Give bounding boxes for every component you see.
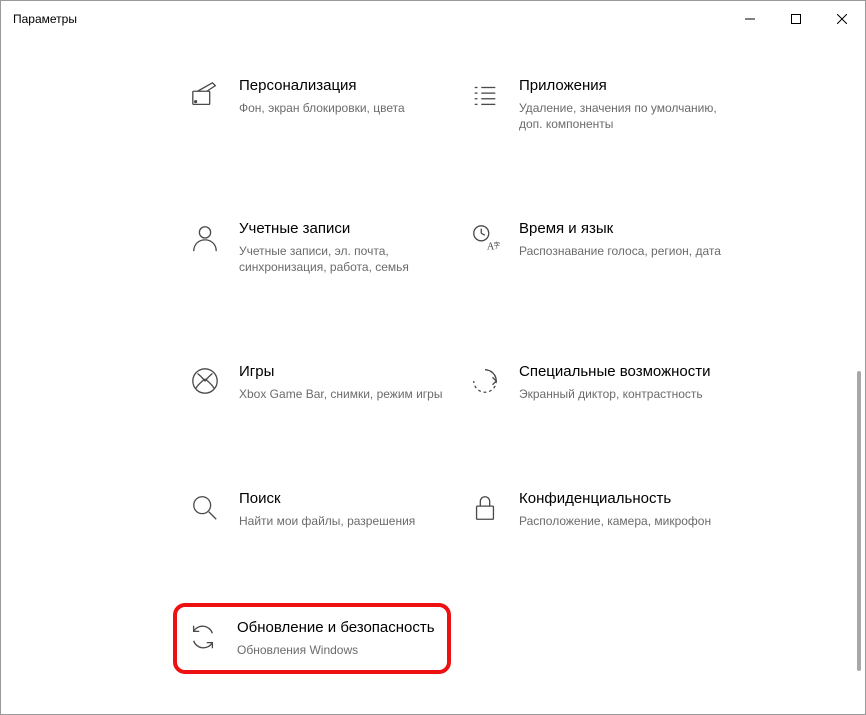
tile-desc: Xbox Game Bar, снимки, режим игры <box>239 386 443 402</box>
tile-title: Игры <box>239 363 443 382</box>
tile-title: Поиск <box>239 490 443 509</box>
tile-title: Время и язык <box>519 220 723 239</box>
close-button[interactable] <box>819 1 865 37</box>
tile-accessibility[interactable]: Специальные возможности Экранный диктор,… <box>461 357 731 408</box>
tile-privacy[interactable]: Конфиденциальность Расположение, камера,… <box>461 484 731 535</box>
maximize-button[interactable] <box>773 1 819 37</box>
tile-desc: Экранный диктор, контрастность <box>519 386 723 402</box>
xbox-icon <box>189 365 221 397</box>
tile-desc: Удаление, значения по умолчанию, доп. ко… <box>519 100 723 132</box>
settings-content: Персонализация Фон, экран блокировки, цв… <box>1 51 865 714</box>
tile-time-language[interactable]: A字 Время и язык Распознавание голоса, ре… <box>461 214 731 281</box>
tile-gaming[interactable]: Игры Xbox Game Bar, снимки, режим игры <box>181 357 451 408</box>
tile-desc: Фон, экран блокировки, цвета <box>239 100 443 116</box>
search-icon <box>189 492 221 524</box>
tile-update-security[interactable]: Обновление и безопасность Обновления Win… <box>173 603 451 674</box>
tile-title: Персонализация <box>239 77 443 96</box>
tile-accounts[interactable]: Учетные записи Учетные записи, эл. почта… <box>181 214 451 281</box>
accessibility-icon <box>469 365 501 397</box>
tile-search[interactable]: Поиск Найти мои файлы, разрешения <box>181 484 451 535</box>
paintbrush-icon <box>189 79 221 111</box>
list-icon <box>469 79 501 111</box>
scrollbar[interactable] <box>857 371 861 671</box>
tile-apps[interactable]: Приложения Удаление, значения по умолчан… <box>461 71 731 138</box>
minimize-button[interactable] <box>727 1 773 37</box>
tile-desc: Найти мои файлы, разрешения <box>239 513 443 529</box>
svg-text:字: 字 <box>493 241 500 250</box>
lock-icon <box>469 492 501 524</box>
tile-personalization[interactable]: Персонализация Фон, экран блокировки, цв… <box>181 71 451 138</box>
tile-desc: Учетные записи, эл. почта, синхронизация… <box>239 243 443 275</box>
tile-title: Специальные возможности <box>519 363 723 382</box>
window-controls <box>727 1 865 37</box>
titlebar: Параметры <box>1 1 865 37</box>
tile-desc: Расположение, камера, микрофон <box>519 513 723 529</box>
tile-desc: Обновления Windows <box>237 642 437 658</box>
tile-title: Обновление и безопасность <box>237 619 437 638</box>
tile-title: Приложения <box>519 77 723 96</box>
sync-icon <box>187 621 219 653</box>
person-icon <box>189 222 221 254</box>
tile-title: Конфиденциальность <box>519 490 723 509</box>
tile-title: Учетные записи <box>239 220 443 239</box>
time-language-icon: A字 <box>469 222 501 254</box>
settings-grid: Персонализация Фон, экран блокировки, цв… <box>181 71 825 674</box>
window-title: Параметры <box>13 12 727 26</box>
tile-desc: Распознавание голоса, регион, дата <box>519 243 723 259</box>
